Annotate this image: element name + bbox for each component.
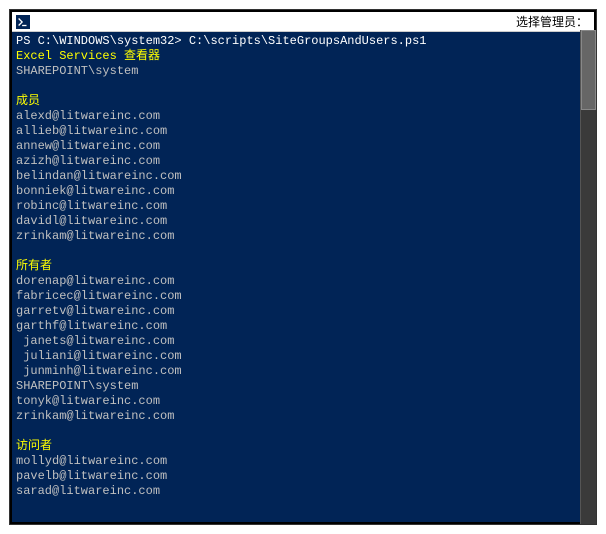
group-name: 所有者 xyxy=(16,259,52,273)
member: pavelb@litwareinc.com xyxy=(16,469,167,483)
member: sarad@litwareinc.com xyxy=(16,484,160,498)
member: fabricec@litwareinc.com xyxy=(16,289,182,303)
member: alexd@litwareinc.com xyxy=(16,109,160,123)
member: dorenap@litwareinc.com xyxy=(16,274,174,288)
titlebar[interactable]: 选择管理员： xyxy=(12,12,594,32)
member: juliani@litwareinc.com xyxy=(16,349,182,363)
member: davidl@litwareinc.com xyxy=(16,214,167,228)
member: junminh@litwareinc.com xyxy=(16,364,182,378)
member: belindan@litwareinc.com xyxy=(16,169,182,183)
member: SHAREPOINT\system xyxy=(16,379,138,393)
member: zrinkam@litwareinc.com xyxy=(16,409,174,423)
prompt: PS C:\WINDOWS\system32> C:\scripts\SiteG… xyxy=(16,34,426,48)
group-name: 访问者 xyxy=(16,439,52,453)
member: garthf@litwareinc.com xyxy=(16,319,167,333)
member: annew@litwareinc.com xyxy=(16,139,160,153)
window-title: 选择管理员： xyxy=(516,13,590,30)
member: mollyd@litwareinc.com xyxy=(16,454,167,468)
member: robinc@litwareinc.com xyxy=(16,199,167,213)
output-header-1: Excel Services 查看器 xyxy=(16,49,160,63)
vertical-scrollbar[interactable] xyxy=(580,30,596,524)
member: azizh@litwareinc.com xyxy=(16,154,160,168)
powershell-window: 选择管理员： PS C:\WINDOWS\system32> C:\script… xyxy=(10,10,596,524)
scrollbar-thumb[interactable] xyxy=(581,30,596,110)
powershell-icon xyxy=(16,15,30,29)
member: garretv@litwareinc.com xyxy=(16,304,174,318)
member: tonyk@litwareinc.com xyxy=(16,394,160,408)
command-text: C:\scripts\SiteGroupsAndUsers.ps1 xyxy=(189,34,427,48)
group-name: 成员 xyxy=(16,94,40,108)
member: allieb@litwareinc.com xyxy=(16,124,167,138)
member: bonniek@litwareinc.com xyxy=(16,184,174,198)
output-header-2: SHAREPOINT\system xyxy=(16,64,138,78)
member: zrinkam@litwareinc.com xyxy=(16,229,174,243)
member: janets@litwareinc.com xyxy=(16,334,174,348)
console-output[interactable]: PS C:\WINDOWS\system32> C:\scripts\SiteG… xyxy=(12,32,594,522)
